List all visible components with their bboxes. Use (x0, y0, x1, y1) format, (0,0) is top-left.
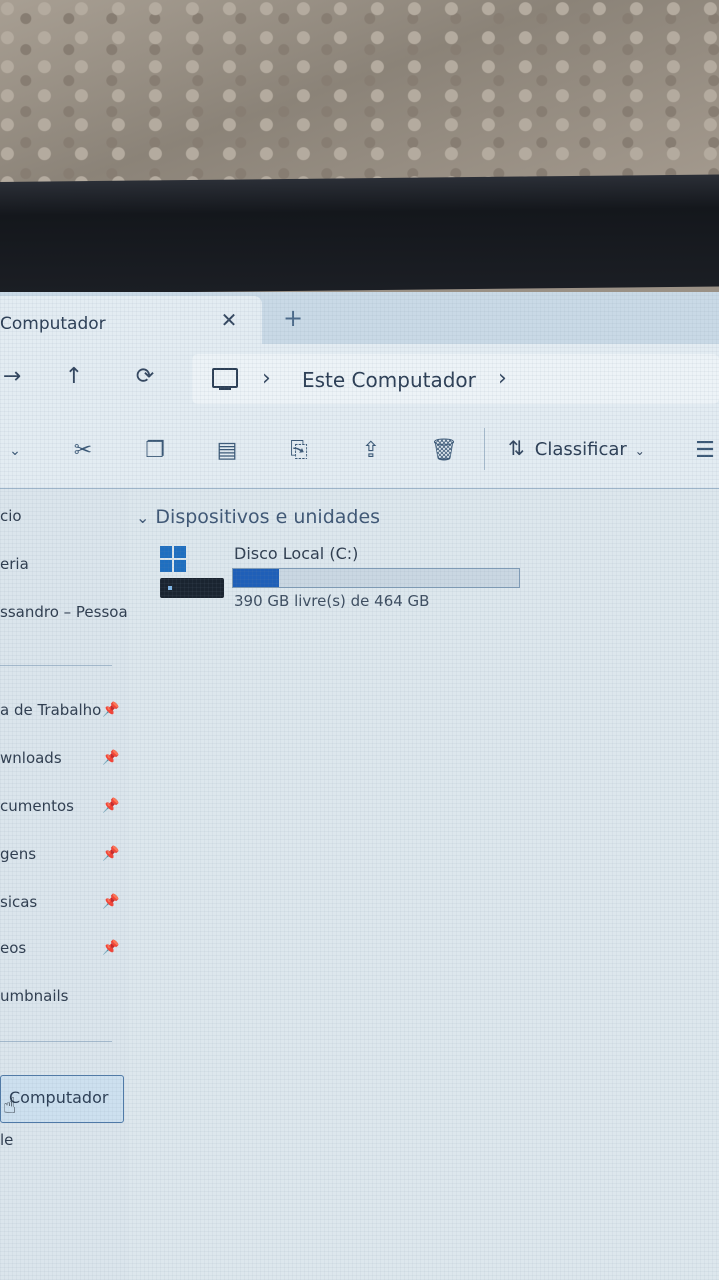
sidebar-item-label: a de Trabalho (0, 701, 102, 719)
share-icon[interactable]: ⇪ (358, 438, 384, 464)
rename-icon[interactable]: ⎘ (286, 438, 312, 464)
sidebar-item-inicio[interactable]: cio (0, 503, 128, 531)
pin-icon: 📌 (102, 750, 120, 766)
drive-icon (158, 544, 224, 600)
forward-arrow-icon[interactable]: → (0, 364, 24, 390)
refresh-icon[interactable]: ⟳ (133, 364, 157, 390)
sidebar-item-label: wnloads (0, 749, 62, 767)
hand-cursor-icon: ☝ (3, 1094, 17, 1119)
hard-drive-icon (160, 578, 224, 598)
pin-icon: 📌 (102, 798, 120, 814)
sort-arrows-icon: ⇅ (508, 436, 525, 460)
chevron-down-icon: ⌄ (634, 444, 645, 458)
sidebar-item-label: ssandro – Pessoa (0, 603, 128, 621)
sidebar-item-label: gens (0, 845, 37, 863)
tab-strip: Computador ✕ + (0, 292, 719, 344)
new-tab-button[interactable]: + (280, 305, 306, 331)
background-wall (0, 0, 719, 200)
sidebar-item-label: Computador (9, 1088, 109, 1107)
sort-label: Classificar (534, 439, 627, 460)
sidebar-item-rede[interactable]: le (0, 1127, 128, 1155)
pin-icon: 📌 (102, 846, 120, 862)
paste-icon[interactable]: ▤ (214, 438, 240, 464)
address-bar[interactable]: › Este Computador › (192, 354, 719, 404)
sidebar-item-documentos[interactable]: cumentos 📌 (0, 793, 128, 821)
delete-icon[interactable]: 🗑 (430, 438, 458, 464)
group-header-devices[interactable]: ⌄ Dispositivos e unidades (136, 506, 380, 528)
view-options-icon[interactable]: ☰ (692, 438, 718, 464)
pin-icon: 📌 (102, 702, 120, 718)
sidebar-item-label: le (0, 1131, 14, 1149)
chevron-down-icon: ⌄ (136, 508, 150, 527)
navigation-pane: cio eria ssandro – Pessoa a de Trabalho … (0, 489, 128, 1280)
sidebar-item-label: cumentos (0, 797, 74, 815)
drive-c[interactable]: Disco Local (C:) 390 GB livre(s) de 464 … (158, 544, 538, 614)
sidebar-item-galeria[interactable]: eria (0, 551, 128, 579)
group-title: Dispositivos e unidades (155, 506, 381, 528)
file-explorer-window: Computador ✕ + → ↑ ⟳ › Este Computador ›… (0, 292, 719, 1280)
sidebar-item-imagens[interactable]: gens 📌 (0, 841, 128, 869)
computer-icon (212, 368, 238, 390)
sidebar-item-musicas[interactable]: sicas 📌 (0, 889, 128, 917)
sidebar-divider (0, 665, 112, 666)
tab-este-computador[interactable]: Computador ✕ (0, 296, 262, 344)
close-tab-icon[interactable]: ✕ (218, 309, 240, 331)
sidebar-item-onedrive[interactable]: ssandro – Pessoa (0, 599, 128, 627)
sidebar-item-videos[interactable]: eos 📌 (0, 935, 128, 963)
sidebar-divider (0, 1041, 112, 1042)
sidebar-item-thumbnails[interactable]: umbnails (0, 983, 128, 1011)
sidebar-item-area-de-trabalho[interactable]: a de Trabalho 📌 (0, 697, 128, 725)
toolbar-divider (484, 428, 485, 470)
sidebar-item-label: cio (0, 507, 22, 525)
sidebar-item-label: eria (0, 555, 29, 573)
cut-icon[interactable]: ✂ (70, 438, 96, 464)
windows-logo-icon (160, 546, 186, 572)
sidebar-item-este-computador[interactable]: Computador ☝ (0, 1075, 124, 1123)
navigation-bar: → ↑ ⟳ › Este Computador › (0, 344, 719, 412)
sidebar-item-label: sicas (0, 893, 38, 911)
chevron-down-icon[interactable]: ⌄ (2, 438, 28, 464)
copy-icon[interactable]: ❐ (142, 438, 168, 464)
breadcrumb-chevron-icon[interactable]: › (262, 366, 271, 391)
command-bar: ⌄ ✂ ❐ ▤ ⎘ ⇪ 🗑 ⇅ Classificar ⌄ ☰ (0, 412, 719, 489)
sidebar-item-label: umbnails (0, 987, 69, 1005)
drive-usage-fill (233, 569, 279, 587)
drive-name: Disco Local (C:) (234, 544, 359, 563)
drive-usage-bar (232, 568, 520, 588)
sidebar-item-downloads[interactable]: wnloads 📌 (0, 745, 128, 773)
monitor-bezel (0, 174, 719, 294)
sort-button[interactable]: ⇅ Classificar ⌄ (508, 436, 645, 466)
breadcrumb-chevron-icon[interactable]: › (498, 366, 507, 391)
drive-free-space: 390 GB livre(s) de 464 GB (234, 592, 430, 610)
up-arrow-icon[interactable]: ↑ (62, 364, 86, 390)
pin-icon: 📌 (102, 940, 120, 956)
sidebar-item-label: eos (0, 939, 27, 957)
pin-icon: 📌 (102, 894, 120, 910)
tab-title: Computador (0, 314, 106, 334)
breadcrumb-este-computador[interactable]: Este Computador (302, 368, 476, 392)
